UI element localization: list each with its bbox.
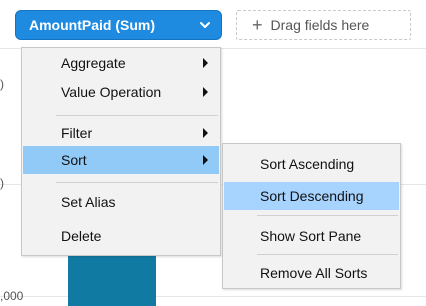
menu-separator <box>257 254 398 255</box>
menu-item-label: Aggregate <box>61 55 126 71</box>
menu-item-sort-descending[interactable]: Sort Descending <box>224 182 399 210</box>
menu-item-label: Filter <box>61 125 93 141</box>
menu-item-sort[interactable]: Sort <box>23 146 219 174</box>
menu-item-aggregate[interactable]: Aggregate <box>23 49 219 77</box>
menu-separator <box>56 115 218 116</box>
menu-item-set-alias[interactable]: Set Alias <box>23 188 219 216</box>
menu-separator <box>56 182 218 183</box>
field-context-menu: Aggregate Value Operation Filter Sort Se… <box>21 47 221 256</box>
report-canvas: ) ) ,000 AmountPaid (Sum) + Drag fields … <box>0 0 426 306</box>
chevron-down-icon[interactable] <box>199 19 211 31</box>
menu-item-label: Sort <box>61 152 87 168</box>
chart-bar[interactable] <box>68 256 156 306</box>
menu-separator <box>257 215 398 216</box>
menu-item-label: Sort Ascending <box>260 156 355 172</box>
menu-item-label: Sort Descending <box>260 188 364 204</box>
menu-item-label: Set Alias <box>61 194 116 210</box>
axis-tick-label: ,000 <box>0 289 24 303</box>
submenu-arrow-icon <box>203 58 208 68</box>
menu-item-label: Show Sort Pane <box>260 228 362 244</box>
menu-item-delete[interactable]: Delete <box>23 222 219 250</box>
menu-item-remove-all-sorts[interactable]: Remove All Sorts <box>224 259 399 287</box>
submenu-arrow-icon <box>203 128 208 138</box>
menu-item-label: Remove All Sorts <box>260 265 368 281</box>
menu-item-value-operation[interactable]: Value Operation <box>23 78 219 106</box>
menu-item-sort-ascending[interactable]: Sort Ascending <box>224 150 399 178</box>
menu-item-filter[interactable]: Filter <box>23 119 219 147</box>
menu-item-label: Value Operation <box>61 84 162 100</box>
field-pill-amountpaid-sum[interactable]: AmountPaid (Sum) <box>15 10 222 40</box>
drag-fields-target[interactable]: + Drag fields here <box>236 10 411 40</box>
menu-item-label: Delete <box>61 228 102 244</box>
gridline <box>0 296 426 297</box>
submenu-arrow-icon <box>203 155 208 165</box>
menu-item-show-sort-pane[interactable]: Show Sort Pane <box>224 222 399 250</box>
axis-tick-partial: ) <box>0 176 4 190</box>
sort-submenu: Sort Ascending Sort Descending Show Sort… <box>222 143 401 289</box>
submenu-arrow-icon <box>203 87 208 97</box>
plus-icon: + <box>252 15 263 35</box>
axis-tick-partial: ) <box>0 77 4 91</box>
drag-fields-label: Drag fields here <box>270 17 370 33</box>
field-pill-label: AmountPaid (Sum) <box>29 17 155 33</box>
